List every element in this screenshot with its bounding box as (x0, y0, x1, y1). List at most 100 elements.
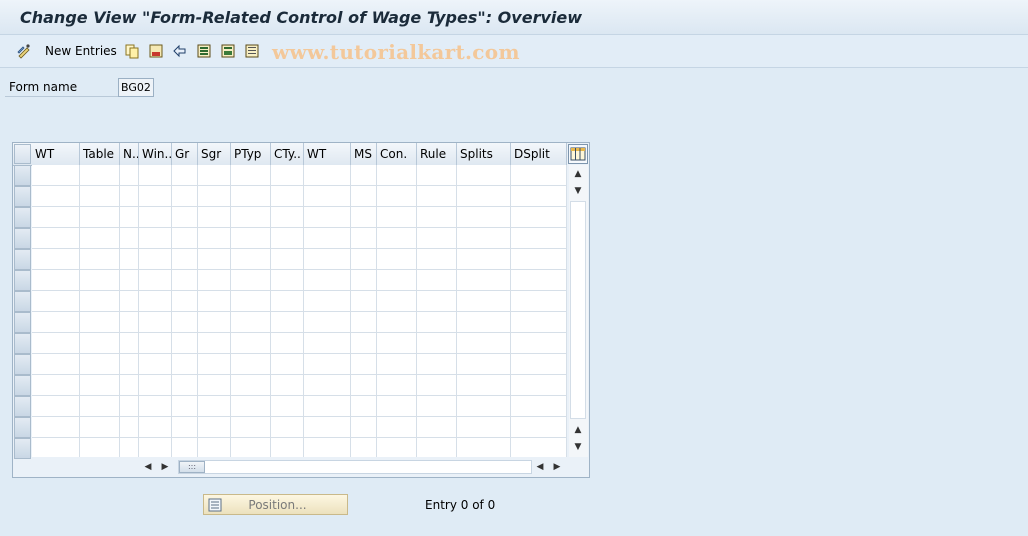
table-cell[interactable] (351, 438, 377, 459)
table-cell[interactable] (198, 375, 231, 396)
column-header-gr[interactable]: Gr (172, 143, 198, 165)
table-cell[interactable] (511, 417, 567, 438)
table-cell[interactable] (32, 396, 80, 417)
undo-button[interactable] (172, 42, 188, 60)
table-cell[interactable] (511, 270, 567, 291)
row-selector[interactable] (14, 438, 31, 459)
row-selector[interactable] (14, 207, 31, 228)
table-cell[interactable] (417, 438, 457, 459)
table-cell[interactable] (139, 375, 172, 396)
horizontal-scroll-track[interactable]: ::: (178, 460, 532, 474)
table-cell[interactable] (80, 312, 120, 333)
table-cell[interactable] (377, 333, 417, 354)
table-cell[interactable] (511, 438, 567, 459)
table-cell[interactable] (139, 207, 172, 228)
table-cell[interactable] (417, 291, 457, 312)
table-cell[interactable] (377, 312, 417, 333)
table-cell[interactable] (231, 417, 271, 438)
table-cell[interactable] (32, 354, 80, 375)
table-cell[interactable] (271, 249, 304, 270)
table-cell[interactable] (304, 207, 351, 228)
scroll-up-icon[interactable]: ▲ (573, 169, 583, 179)
table-cell[interactable] (139, 228, 172, 249)
row-selector[interactable] (14, 417, 31, 438)
table-cell[interactable] (377, 291, 417, 312)
table-cell[interactable] (172, 333, 198, 354)
table-cell[interactable] (351, 396, 377, 417)
table-cell[interactable] (120, 291, 139, 312)
delete-button[interactable] (148, 42, 164, 60)
table-cell[interactable] (351, 333, 377, 354)
table-cell[interactable] (198, 249, 231, 270)
table-cell[interactable] (139, 312, 172, 333)
position-button[interactable]: Position... (203, 494, 348, 515)
table-cell[interactable] (457, 417, 511, 438)
table-cell[interactable] (457, 186, 511, 207)
table-cell[interactable] (120, 438, 139, 459)
table-cell[interactable] (304, 333, 351, 354)
table-cell[interactable] (80, 396, 120, 417)
table-cell[interactable] (80, 228, 120, 249)
table-cell[interactable] (417, 207, 457, 228)
table-cell[interactable] (80, 438, 120, 459)
table-cell[interactable] (80, 165, 120, 186)
scroll-down-icon[interactable]: ▼ (573, 186, 583, 196)
select-all-rows-button[interactable] (14, 144, 31, 164)
table-cell[interactable] (172, 417, 198, 438)
table-cell[interactable] (377, 354, 417, 375)
table-cell[interactable] (271, 186, 304, 207)
table-cell[interactable] (139, 186, 172, 207)
row-selector[interactable] (14, 270, 31, 291)
table-cell[interactable] (377, 270, 417, 291)
table-cell[interactable] (172, 354, 198, 375)
column-header-cty[interactable]: CTy.. (271, 143, 304, 165)
table-cell[interactable] (511, 375, 567, 396)
table-cell[interactable] (32, 207, 80, 228)
table-cell[interactable] (120, 249, 139, 270)
table-cell[interactable] (32, 249, 80, 270)
table-cell[interactable] (120, 165, 139, 186)
table-cell[interactable] (457, 270, 511, 291)
table-cell[interactable] (32, 417, 80, 438)
column-header-wt[interactable]: WT (32, 143, 80, 165)
scroll-page-up-icon[interactable]: ▲ (573, 425, 583, 435)
table-cell[interactable] (417, 186, 457, 207)
table-cell[interactable] (304, 186, 351, 207)
table-cell[interactable] (231, 249, 271, 270)
table-cell[interactable] (32, 312, 80, 333)
column-header-wt-2[interactable]: WT (304, 143, 351, 165)
table-cell[interactable] (198, 165, 231, 186)
table-cell[interactable] (198, 417, 231, 438)
column-header-win[interactable]: Win.. (139, 143, 172, 165)
table-cell[interactable] (139, 270, 172, 291)
table-cell[interactable] (417, 249, 457, 270)
row-selector[interactable] (14, 375, 31, 396)
table-cell[interactable] (231, 438, 271, 459)
select-all-button[interactable] (196, 42, 212, 60)
table-cell[interactable] (120, 417, 139, 438)
table-cell[interactable] (304, 354, 351, 375)
table-cell[interactable] (271, 417, 304, 438)
table-cell[interactable] (198, 333, 231, 354)
table-cell[interactable] (417, 375, 457, 396)
column-header-rule[interactable]: Rule (417, 143, 457, 165)
scroll-right-icon[interactable]: ▶ (160, 461, 170, 473)
table-cell[interactable] (271, 375, 304, 396)
table-cell[interactable] (457, 249, 511, 270)
table-cell[interactable] (351, 186, 377, 207)
scroll-left-icon[interactable]: ◀ (143, 461, 153, 473)
horizontal-scroll-thumb[interactable]: ::: (179, 461, 205, 473)
table-cell[interactable] (417, 333, 457, 354)
table-cell[interactable] (120, 396, 139, 417)
table-cell[interactable] (351, 375, 377, 396)
table-cell[interactable] (198, 396, 231, 417)
table-cell[interactable] (231, 396, 271, 417)
scroll-page-down-icon[interactable]: ▼ (573, 442, 583, 452)
table-cell[interactable] (231, 333, 271, 354)
table-cell[interactable] (457, 354, 511, 375)
table-cell[interactable] (457, 228, 511, 249)
table-cell[interactable] (120, 354, 139, 375)
table-cell[interactable] (120, 270, 139, 291)
table-cell[interactable] (511, 333, 567, 354)
table-cell[interactable] (304, 375, 351, 396)
